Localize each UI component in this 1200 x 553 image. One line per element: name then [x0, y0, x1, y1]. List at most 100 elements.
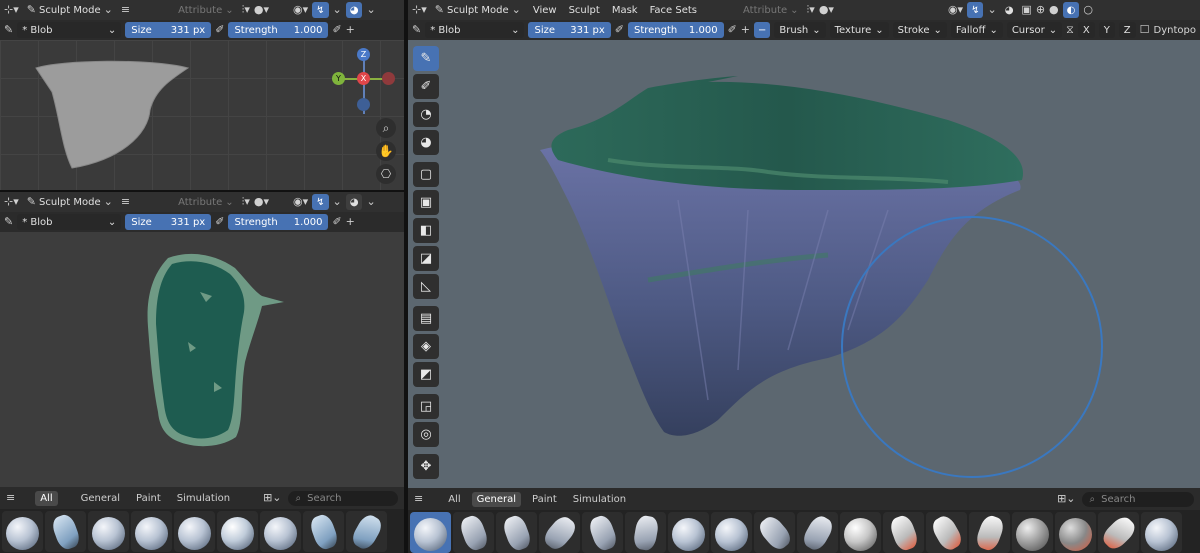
- brush-icon[interactable]: ✎: [4, 23, 13, 37]
- rendered-shading-icon[interactable]: ○: [1083, 3, 1093, 17]
- axis-x-toggle[interactable]: X: [1077, 22, 1095, 38]
- cloth-filter-tool[interactable]: ◈: [413, 334, 439, 359]
- paint-brush-tool[interactable]: ◕: [413, 130, 439, 155]
- box-mask-tool[interactable]: ▢: [413, 162, 439, 187]
- menu-icon[interactable]: ≡: [414, 492, 423, 506]
- wireframe-shading-icon[interactable]: ⊕: [1036, 3, 1045, 17]
- brush-selector[interactable]: * Blob ⌄: [17, 22, 122, 38]
- shading-icon[interactable]: ●▾: [819, 3, 834, 17]
- nav-gizmo[interactable]: Z Y X: [330, 48, 400, 118]
- neg-x-ball[interactable]: [382, 72, 395, 85]
- pressure-icon[interactable]: ✐: [332, 23, 341, 37]
- chevron-down-icon[interactable]: ⌄: [987, 3, 996, 17]
- brush-menu[interactable]: Brush ⌄: [774, 22, 826, 38]
- overlay-toggle[interactable]: ◕: [1001, 2, 1018, 18]
- brush-thumbnail[interactable]: [1055, 512, 1096, 553]
- editor-type-icon[interactable]: ⊹▾: [4, 195, 19, 209]
- editor-type-icon[interactable]: ⊹▾: [412, 3, 427, 17]
- search-input[interactable]: ⌕ Search: [287, 490, 398, 506]
- mode-selector[interactable]: ✎ Sculpt Mode ⌄: [23, 2, 117, 18]
- menu-mask[interactable]: Mask: [608, 2, 642, 18]
- asset-tab-paint[interactable]: Paint: [131, 491, 166, 506]
- color-filter-tool[interactable]: ◩: [413, 362, 439, 387]
- gizmo-toggle[interactable]: ↯: [967, 2, 984, 18]
- brush-thumbnail[interactable]: [1141, 512, 1182, 553]
- grid-view-icon[interactable]: ⊞⌄: [1057, 492, 1075, 506]
- chevron-down-icon[interactable]: ⌄: [333, 3, 342, 17]
- search-input[interactable]: ⌕ Search: [1081, 491, 1194, 507]
- shading-icon[interactable]: ●▾: [254, 195, 269, 209]
- size-field[interactable]: Size 331 px: [125, 22, 212, 38]
- brush-thumbnail[interactable]: [2, 511, 43, 552]
- mode-selector[interactable]: ✎ Sculpt Mode ⌄: [23, 194, 117, 210]
- smooth-brush-tool[interactable]: ◔: [413, 102, 439, 127]
- brush-thumbnail[interactable]: [711, 512, 752, 553]
- size-field[interactable]: Size 331 px: [125, 214, 212, 230]
- attribute-selector[interactable]: Attribute ⌄: [174, 194, 238, 210]
- overlay-toggle[interactable]: ◕: [345, 194, 363, 210]
- brush-thumbnail[interactable]: [625, 512, 666, 553]
- neg-z-ball[interactable]: [357, 98, 370, 111]
- xray-icon[interactable]: ▣: [1021, 3, 1031, 17]
- shading-icon[interactable]: ●▾: [254, 3, 269, 17]
- asset-tab-general[interactable]: General: [471, 491, 522, 507]
- box-face-set-tool[interactable]: ◧: [413, 218, 439, 243]
- visibility-icon[interactable]: ◉▾: [293, 3, 308, 17]
- brush-thumbnail[interactable]: [496, 512, 537, 553]
- move-tool[interactable]: ✥: [413, 454, 439, 479]
- brush-thumbnail[interactable]: [303, 511, 344, 552]
- brush-thumbnail[interactable]: [217, 511, 258, 552]
- axis-y-toggle[interactable]: Y: [1098, 22, 1115, 38]
- brush-thumbnail[interactable]: [453, 512, 494, 553]
- brush-icon[interactable]: ✎: [4, 215, 13, 229]
- strength-field[interactable]: Strength 1.000: [627, 22, 724, 38]
- asset-tab-all[interactable]: All: [35, 490, 58, 506]
- menu-face-sets[interactable]: Face Sets: [646, 2, 701, 18]
- asset-tab-simulation[interactable]: Simulation: [172, 491, 235, 506]
- pressure-icon[interactable]: ✐: [728, 23, 737, 37]
- brush-thumbnail[interactable]: [45, 511, 86, 552]
- main-viewport[interactable]: ✎ ✐ ◔ ◕ ▢ ▣ ◧ ◪ ◺ ▤ ◈ ◩ ◲ ◎ ✥: [408, 40, 1200, 488]
- attribute-selector[interactable]: Attribute ⌄: [739, 2, 803, 18]
- symmetry-icon[interactable]: ⫶▾: [242, 3, 250, 17]
- x-axis-ball[interactable]: X: [357, 72, 370, 85]
- brush-thumbnail[interactable]: [1012, 512, 1053, 553]
- edit-face-set-tool[interactable]: ◲: [413, 394, 439, 419]
- texture-menu[interactable]: Texture ⌄: [829, 22, 889, 38]
- mirror-icon[interactable]: ⧖: [1066, 23, 1074, 37]
- axis-z-toggle[interactable]: Z: [1118, 22, 1136, 38]
- subtract-button[interactable]: −: [754, 22, 771, 38]
- draw-brush-tool[interactable]: ✎: [413, 46, 439, 71]
- strength-field[interactable]: Strength 1.000: [228, 22, 329, 38]
- brush-thumbnail[interactable]: [1098, 512, 1139, 553]
- box-trim-tool[interactable]: ◪: [413, 246, 439, 271]
- stroke-menu[interactable]: Stroke ⌄: [892, 22, 947, 38]
- brush-selector[interactable]: * Blob ⌄: [425, 22, 525, 38]
- brush-thumbnail[interactable]: [797, 512, 838, 553]
- symmetry-icon[interactable]: ⫶▾: [807, 3, 815, 17]
- menu-icon[interactable]: ≡: [6, 491, 15, 505]
- size-field[interactable]: Size 331 px: [528, 22, 611, 38]
- mask-by-color-tool[interactable]: ◎: [413, 422, 439, 447]
- menu-sculpt[interactable]: Sculpt: [565, 2, 604, 18]
- pressure-icon[interactable]: ✐: [332, 215, 341, 229]
- visibility-icon[interactable]: ◉▾: [293, 195, 308, 209]
- brush-thumbnail[interactable]: [174, 511, 215, 552]
- cursor-menu[interactable]: Cursor ⌄: [1006, 22, 1063, 38]
- gizmo-toggle[interactable]: ↯: [312, 2, 329, 18]
- brush-thumbnail[interactable]: [582, 512, 623, 553]
- strength-field[interactable]: Strength 1.000: [228, 214, 329, 230]
- attribute-selector[interactable]: Attribute ⌄: [174, 2, 238, 18]
- brush-thumbnail[interactable]: [131, 511, 172, 552]
- brush-icon[interactable]: ✎: [412, 23, 421, 37]
- brush-thumbnail[interactable]: [346, 511, 387, 552]
- symmetry-icon[interactable]: ⫶▾: [242, 195, 250, 209]
- brush-thumbnail[interactable]: [88, 511, 129, 552]
- brush-thumbnail-selected[interactable]: [410, 512, 451, 553]
- y-axis-ball[interactable]: Y: [332, 72, 345, 85]
- falloff-menu[interactable]: Falloff ⌄: [950, 22, 1003, 38]
- menu-icon[interactable]: ≡: [121, 195, 130, 209]
- brush-thumbnail[interactable]: [754, 512, 795, 553]
- editor-type-icon[interactable]: ⊹▾: [4, 3, 19, 17]
- asset-tab-simulation[interactable]: Simulation: [568, 492, 631, 507]
